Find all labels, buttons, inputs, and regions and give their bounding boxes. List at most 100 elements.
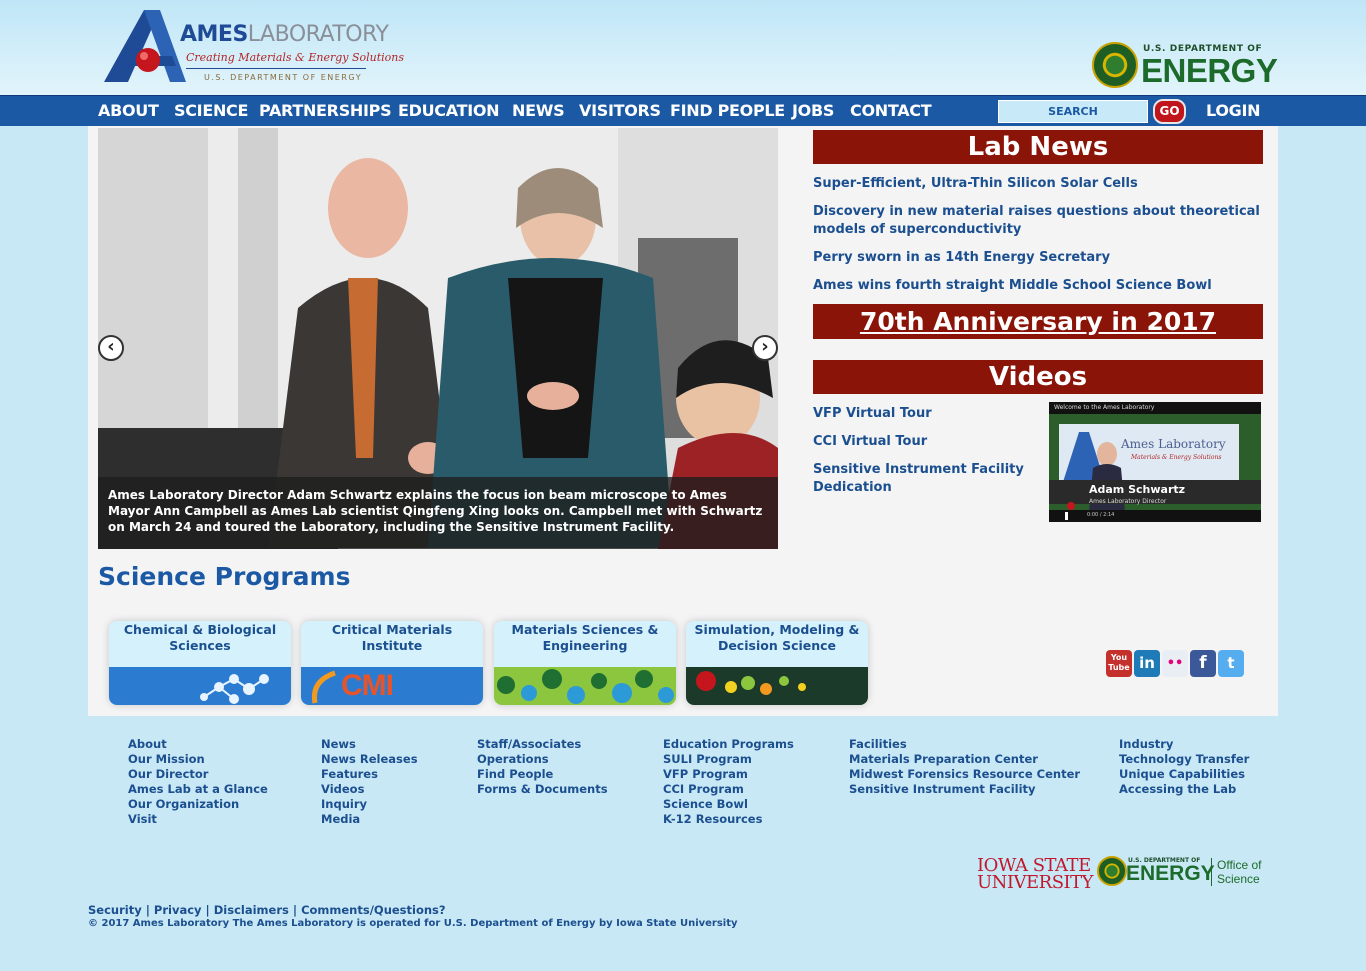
lab-news-heading: Lab News: [813, 130, 1263, 164]
news-item-link[interactable]: Discovery in new material raises questio…: [813, 203, 1263, 239]
anniversary-link[interactable]: 70th Anniversary in 2017: [813, 304, 1263, 339]
iowa-state-logo[interactable]: IOWA STATE UNIVERSITY: [977, 857, 1094, 892]
footer-link[interactable]: News: [321, 737, 418, 752]
linkedin-icon[interactable]: in: [1134, 650, 1160, 677]
program-label: Simulation, Modeling & Decision Science: [694, 622, 860, 653]
copyright-text: © 2017 Ames Laboratory The Ames Laborato…: [88, 918, 738, 929]
materials-image: [494, 667, 676, 705]
ames-a-logo-icon: [104, 10, 186, 82]
nav-partnerships[interactable]: PARTNERSHIPS: [259, 101, 392, 120]
video-lab-name: Ames Laboratory: [1121, 437, 1226, 451]
footer-link[interactable]: Education Programs: [663, 737, 794, 752]
footer-link[interactable]: Staff/Associates: [477, 737, 608, 752]
nav-jobs[interactable]: JOBS: [792, 101, 834, 120]
footer-link[interactable]: Inquiry: [321, 797, 418, 812]
video-link-vfp[interactable]: VFP Virtual Tour: [813, 405, 1033, 423]
nav-visitors[interactable]: VISITORS: [579, 101, 661, 120]
doe-office-of-science-logo[interactable]: U.S. DEPARTMENT OF ENERGY Office of Scie…: [1097, 856, 1272, 890]
footer-link[interactable]: About: [128, 737, 268, 752]
cmi-logo-text: CMI: [341, 669, 394, 702]
footer-link[interactable]: Midwest Forensics Resource Center: [849, 767, 1080, 782]
nav-news[interactable]: NEWS: [512, 101, 565, 120]
twitter-icon[interactable]: t: [1218, 650, 1244, 677]
nav-about[interactable]: ABOUT: [98, 101, 159, 120]
footer-link[interactable]: Forms & Documents: [477, 782, 608, 797]
search-go-button[interactable]: GO: [1153, 99, 1186, 124]
footer-link[interactable]: Features: [321, 767, 418, 782]
footer-link[interactable]: K-12 Resources: [663, 812, 794, 827]
disclaimers-link[interactable]: Disclaimers: [214, 903, 289, 917]
footer-link[interactable]: Visit: [128, 812, 268, 827]
privacy-link[interactable]: Privacy: [154, 903, 202, 917]
video-player-thumbnail[interactable]: Welcome to the Ames Laboratory Ames Labo…: [1049, 402, 1261, 522]
molecule-image: [109, 667, 291, 705]
news-item-link[interactable]: Super-Efficient, Ultra-Thin Silicon Sola…: [813, 175, 1263, 193]
office-of-science-text: Office of Science: [1217, 858, 1261, 886]
doe-big-text: ENERGY: [1141, 52, 1278, 89]
program-materials-sciences[interactable]: Materials Sciences & Engineering: [494, 621, 676, 705]
program-label: Critical Materials Institute: [331, 622, 453, 653]
video-link-sif[interactable]: Sensitive Instrument Facility Dedication: [813, 461, 1033, 497]
footer-link[interactable]: Materials Preparation Center: [849, 752, 1080, 767]
footer-link[interactable]: Accessing the Lab: [1119, 782, 1249, 797]
login-link[interactable]: LOGIN: [1206, 101, 1261, 120]
ames-lab-logo[interactable]: AMESLABORATORY Creating Materials & Ener…: [100, 8, 404, 86]
nav-contact[interactable]: CONTACT: [850, 101, 932, 120]
footer-link[interactable]: Our Organization: [128, 797, 268, 812]
footer-col-news: News News Releases Features Videos Inqui…: [321, 737, 418, 827]
doe-logo[interactable]: U.S. DEPARTMENT OF ENERGY: [1092, 42, 1282, 90]
program-simulation-modeling[interactable]: Simulation, Modeling & Decision Science: [686, 621, 868, 705]
video-time: 0:00 / 2:14: [1087, 512, 1115, 518]
video-link-cci[interactable]: CCI Virtual Tour: [813, 433, 1033, 451]
footer-col-facilities: Facilities Materials Preparation Center …: [849, 737, 1080, 797]
video-header-text: Welcome to the Ames Laboratory: [1054, 404, 1155, 411]
footer-link[interactable]: Media: [321, 812, 418, 827]
slide-caption: Ames Laboratory Director Adam Schwartz e…: [98, 477, 778, 549]
hero-slideshow[interactable]: ‹ › Ames Laboratory Director Adam Schwar…: [98, 128, 778, 549]
footer-link[interactable]: Unique Capabilities: [1119, 767, 1249, 782]
video-person-name: Adam Schwartz: [1089, 483, 1186, 496]
main-nav: ABOUT SCIENCE PARTNERSHIPS EDUCATION NEW…: [0, 95, 1366, 126]
news-item-link[interactable]: Perry sworn in as 14th Energy Secretary: [813, 249, 1263, 267]
footer-link[interactable]: News Releases: [321, 752, 418, 767]
doe-seal-icon: [1092, 42, 1138, 88]
footer-link[interactable]: Our Director: [128, 767, 268, 782]
nav-find-people[interactable]: FIND PEOPLE: [670, 101, 785, 120]
program-chemical-biological[interactable]: Chemical & Biological Sciences: [109, 621, 291, 705]
youtube-icon[interactable]: You Tube: [1106, 650, 1132, 677]
footer-link[interactable]: SULI Program: [663, 752, 794, 767]
security-link[interactable]: Security: [88, 903, 142, 917]
news-item-link[interactable]: Ames wins fourth straight Middle School …: [813, 277, 1263, 295]
footer-col-education: Education Programs SULI Program VFP Prog…: [663, 737, 794, 827]
facebook-icon[interactable]: f: [1190, 650, 1216, 677]
legal-links: Security | Privacy | Disclaimers | Comme…: [88, 903, 446, 917]
footer-link[interactable]: Videos: [321, 782, 418, 797]
nav-education[interactable]: EDUCATION: [398, 101, 500, 120]
footer-link[interactable]: Operations: [477, 752, 608, 767]
chevron-right-icon[interactable]: ›: [752, 335, 778, 361]
comments-link[interactable]: Comments/Questions?: [301, 903, 446, 917]
footer-link[interactable]: Our Mission: [128, 752, 268, 767]
footer-link[interactable]: Science Bowl: [663, 797, 794, 812]
program-label: Materials Sciences & Engineering: [511, 622, 659, 653]
program-critical-materials[interactable]: Critical Materials Institute CMI: [301, 621, 483, 705]
footer-col-staff: Staff/Associates Operations Find People …: [477, 737, 608, 797]
footer-link[interactable]: CCI Program: [663, 782, 794, 797]
footer-link[interactable]: Find People: [477, 767, 608, 782]
chevron-left-icon[interactable]: ‹: [98, 335, 124, 361]
doe2-big-text: ENERGY: [1126, 862, 1215, 885]
doe2-divider: [1211, 858, 1212, 886]
office-line2: Science: [1217, 872, 1260, 886]
nav-science[interactable]: SCIENCE: [174, 101, 248, 120]
footer-link[interactable]: Ames Lab at a Glance: [128, 782, 268, 797]
search-input[interactable]: SEARCH: [998, 100, 1148, 123]
program-label: Chemical & Biological Sciences: [123, 622, 277, 653]
footer-link[interactable]: Technology Transfer: [1119, 752, 1249, 767]
footer-link[interactable]: Sensitive Instrument Facility: [849, 782, 1080, 797]
logo-doe-text: U.S. DEPARTMENT OF ENERGY: [204, 73, 363, 82]
logo-divider: [186, 68, 366, 69]
flickr-icon[interactable]: ••: [1162, 650, 1188, 677]
footer-link[interactable]: VFP Program: [663, 767, 794, 782]
footer-link[interactable]: Facilities: [849, 737, 1080, 752]
footer-link[interactable]: Industry: [1119, 737, 1249, 752]
